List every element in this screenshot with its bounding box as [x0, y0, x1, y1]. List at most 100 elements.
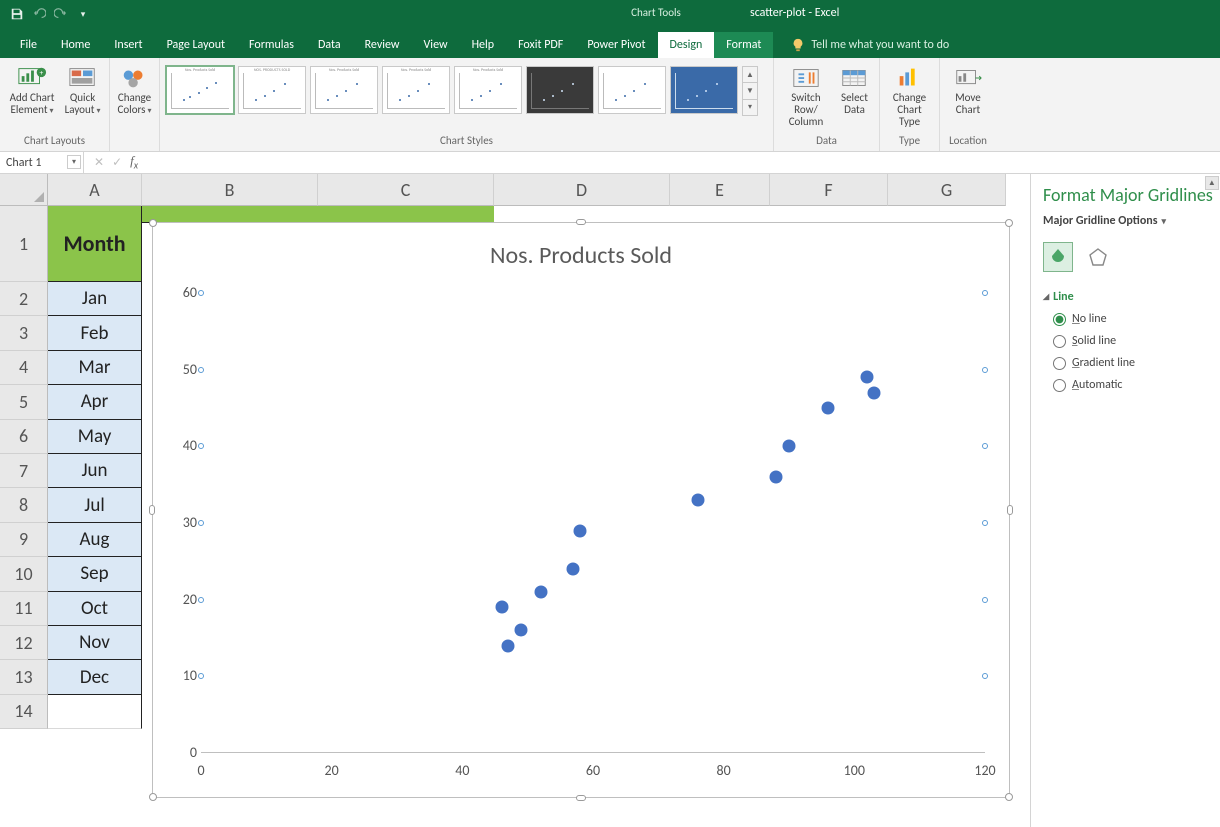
- data-point[interactable]: [867, 386, 880, 399]
- option-no-line[interactable]: No line: [1053, 312, 1213, 326]
- gridline-marker[interactable]: [982, 597, 988, 603]
- tab-data[interactable]: Data: [306, 32, 353, 58]
- redo-icon[interactable]: [54, 7, 68, 21]
- move-chart-button[interactable]: Move Chart: [946, 62, 990, 116]
- change-colors-button[interactable]: Change Colors: [116, 62, 153, 116]
- tab-power-pivot[interactable]: Power Pivot: [575, 32, 657, 58]
- cell-A1[interactable]: Month: [48, 206, 142, 282]
- chart-style-3[interactable]: Nos. Products Sold: [310, 66, 378, 114]
- undo-icon[interactable]: [32, 7, 46, 21]
- save-icon[interactable]: [10, 7, 24, 21]
- column-header-B[interactable]: B: [142, 174, 318, 206]
- cell-A4[interactable]: Mar: [48, 351, 142, 385]
- option-solid-line[interactable]: Solid line: [1053, 334, 1213, 348]
- enter-formula-icon[interactable]: ✓: [112, 155, 122, 170]
- option-automatic[interactable]: Automatic: [1053, 378, 1213, 392]
- tab-review[interactable]: Review: [353, 32, 412, 58]
- cell-A5[interactable]: Apr: [48, 385, 142, 419]
- data-point[interactable]: [502, 639, 515, 652]
- chart-plot-area[interactable]: 0102030405060020406080100120: [201, 293, 985, 753]
- gallery-scroll-up[interactable]: ▲: [743, 67, 757, 83]
- cell-A12[interactable]: Nov: [48, 626, 142, 660]
- gallery-scroll-down[interactable]: ▼: [743, 83, 757, 99]
- embedded-chart[interactable]: Nos. Products Sold 010203040506002040608…: [152, 222, 1010, 798]
- column-header-E[interactable]: E: [670, 174, 770, 206]
- tab-design[interactable]: Design: [658, 32, 715, 58]
- worksheet-area[interactable]: ABCDEFG 1234567891011121314 MonthJanFebM…: [0, 174, 1030, 827]
- column-header-G[interactable]: G: [888, 174, 1006, 206]
- row-header-3[interactable]: 3: [0, 316, 48, 350]
- gridline-marker[interactable]: [198, 367, 204, 373]
- row-header-12[interactable]: 12: [0, 626, 48, 660]
- chart-style-1[interactable]: Nos. Products Sold: [166, 66, 234, 114]
- data-point[interactable]: [769, 471, 782, 484]
- row-header-1[interactable]: 1: [0, 206, 48, 282]
- row-header-7[interactable]: 7: [0, 454, 48, 488]
- section-line[interactable]: Line: [1043, 290, 1213, 304]
- column-header-F[interactable]: F: [770, 174, 888, 206]
- customize-qat-icon[interactable]: ▾: [76, 7, 90, 21]
- cell-A10[interactable]: Sep: [48, 557, 142, 591]
- data-point[interactable]: [861, 371, 874, 384]
- pane-scroll-up[interactable]: ▲: [1205, 176, 1219, 190]
- tab-insert[interactable]: Insert: [102, 32, 154, 58]
- format-pane-subtitle[interactable]: Major Gridline Options: [1043, 214, 1213, 228]
- row-header-6[interactable]: 6: [0, 420, 48, 454]
- tab-file[interactable]: File: [8, 32, 49, 58]
- gridline-marker[interactable]: [198, 520, 204, 526]
- cell-A11[interactable]: Oct: [48, 592, 142, 626]
- data-point[interactable]: [573, 524, 586, 537]
- name-box[interactable]: Chart 1 ▾: [0, 152, 84, 173]
- data-point[interactable]: [783, 440, 796, 453]
- cancel-formula-icon[interactable]: ✕: [94, 155, 104, 170]
- name-box-dropdown[interactable]: ▾: [67, 155, 81, 169]
- gridline-marker[interactable]: [198, 673, 204, 679]
- gridline-marker[interactable]: [198, 290, 204, 296]
- row-header-4[interactable]: 4: [0, 351, 48, 385]
- chart-style-5[interactable]: Nos. Products Sold: [454, 66, 522, 114]
- gallery-expand[interactable]: ▾: [743, 100, 757, 115]
- column-header-C[interactable]: C: [318, 174, 494, 206]
- row-header-8[interactable]: 8: [0, 488, 48, 522]
- cell-A14[interactable]: [48, 695, 142, 729]
- row-header-5[interactable]: 5: [0, 385, 48, 419]
- tab-home[interactable]: Home: [49, 32, 102, 58]
- chart-title[interactable]: Nos. Products Sold: [153, 223, 1009, 270]
- row-header-9[interactable]: 9: [0, 523, 48, 557]
- fx-icon[interactable]: fx: [130, 153, 138, 172]
- quick-layout-button[interactable]: Quick Layout: [62, 62, 103, 116]
- chart-style-8[interactable]: [670, 66, 738, 114]
- tab-foxit[interactable]: Foxit PDF: [506, 32, 575, 58]
- effects-tab-icon[interactable]: [1083, 242, 1113, 272]
- row-header-10[interactable]: 10: [0, 557, 48, 591]
- gridline-marker[interactable]: [982, 673, 988, 679]
- fill-line-tab-icon[interactable]: [1043, 242, 1073, 272]
- gridline-marker[interactable]: [982, 443, 988, 449]
- data-point[interactable]: [691, 494, 704, 507]
- option-gradient-line[interactable]: Gradient line: [1053, 356, 1213, 370]
- cell-A13[interactable]: Dec: [48, 660, 142, 694]
- tab-help[interactable]: Help: [460, 32, 507, 58]
- cell-A3[interactable]: Feb: [48, 316, 142, 350]
- cell-A7[interactable]: Jun: [48, 454, 142, 488]
- tab-formulas[interactable]: Formulas: [237, 32, 306, 58]
- tab-view[interactable]: View: [412, 32, 460, 58]
- chart-style-6[interactable]: [526, 66, 594, 114]
- row-header-2[interactable]: 2: [0, 282, 48, 316]
- cell-A8[interactable]: Jul: [48, 488, 142, 522]
- tab-format[interactable]: Format: [714, 32, 773, 58]
- cell-A9[interactable]: Aug: [48, 523, 142, 557]
- switch-row-column-button[interactable]: Switch Row/ Column: [780, 62, 832, 128]
- chart-style-2[interactable]: NOS. PRODUCTS SOLD: [238, 66, 306, 114]
- gridline-marker[interactable]: [198, 597, 204, 603]
- tell-me-search[interactable]: Tell me what you want to do: [791, 38, 949, 58]
- gridline-marker[interactable]: [982, 290, 988, 296]
- data-point[interactable]: [495, 601, 508, 614]
- row-header-14[interactable]: 14: [0, 695, 48, 729]
- change-chart-type-button[interactable]: Change Chart Type: [886, 62, 933, 128]
- cell-A6[interactable]: May: [48, 420, 142, 454]
- chart-style-4[interactable]: Nos. Products Sold: [382, 66, 450, 114]
- gridline-marker[interactable]: [982, 520, 988, 526]
- add-chart-element-button[interactable]: + Add Chart Element: [6, 62, 58, 116]
- chart-style-7[interactable]: [598, 66, 666, 114]
